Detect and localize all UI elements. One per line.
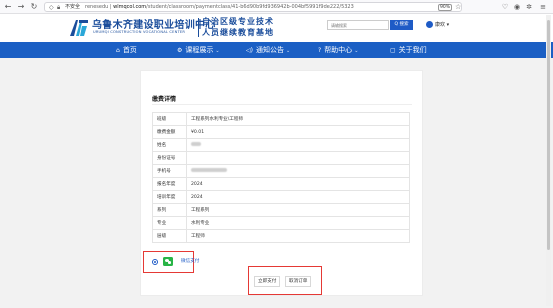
row-value: 2024 xyxy=(186,177,410,191)
help-icon: ? xyxy=(318,47,322,54)
star-icon[interactable]: ☆ xyxy=(455,3,461,12)
table-row: 报名年度 2024 xyxy=(152,177,410,191)
chevron-down-icon: ⌄ xyxy=(285,48,291,54)
main-nav: ⌂ 首页 ⚙ 课程展示 ⌄ ◁) 通知公告 ⌄ ? 帮助中心 ⌄ ▢ 关于我们 xyxy=(0,42,553,58)
back-button[interactable]: ← xyxy=(3,2,13,12)
wechat-pay-icon[interactable] xyxy=(163,257,173,266)
row-key: 系列 xyxy=(152,203,187,217)
user-name: 康欢 ▾ xyxy=(435,22,450,28)
nav-item-label: 通知公告 xyxy=(255,46,284,54)
row-value-redacted xyxy=(186,164,410,178)
url-prefix: renesedu | xyxy=(85,4,114,10)
table-row: 身份证号 xyxy=(152,151,410,165)
search-button[interactable]: Q 搜索 xyxy=(390,20,413,30)
reload-button[interactable]: ↻ xyxy=(29,2,39,12)
cancel-order-button[interactable]: 取消订单 xyxy=(285,276,311,287)
row-key: 报名年度 xyxy=(152,177,187,191)
slogan-line-1: 自治区级专业技术 xyxy=(202,17,274,26)
redacted-text xyxy=(191,142,201,146)
zoom-level[interactable]: 90% xyxy=(438,4,452,11)
row-value: 工程系列水利专业\工程师 xyxy=(186,112,410,126)
nav-item-label: 帮助中心 xyxy=(324,46,353,54)
payment-detail-table: 班级 工程系列水利专业\工程师 缴费金额 ¥0.01 姓名 身份证号 手机号 报名年… xyxy=(152,112,410,243)
user-menu[interactable]: 康欢 ▾ xyxy=(426,21,449,28)
nav-item-label: 关于我们 xyxy=(398,46,427,54)
lock-icon[interactable]: 🔒︎ xyxy=(57,3,60,12)
square-icon: ▢ xyxy=(390,47,396,54)
url-host: wlmqcol.com xyxy=(113,4,147,10)
gear-icon: ⚙ xyxy=(177,47,183,54)
speaker-icon: ◁) xyxy=(246,47,253,54)
row-value: 2024 xyxy=(186,190,410,204)
row-value xyxy=(186,151,410,165)
scrollbar-thumb[interactable] xyxy=(547,20,550,250)
pocket-icon[interactable]: ♡ xyxy=(500,2,510,12)
account-icon[interactable]: ◉ xyxy=(512,2,522,12)
redacted-text xyxy=(191,168,227,172)
logo-icon[interactable] xyxy=(68,16,90,38)
row-key: 专业 xyxy=(152,216,187,230)
shield-icon[interactable]: ◇ xyxy=(49,3,54,12)
nav-item-notices[interactable]: ◁) 通知公告 ⌄ xyxy=(246,42,290,58)
table-row: 系列 工程系列 xyxy=(152,203,410,217)
table-row: 班级 工程系列水利专业\工程师 xyxy=(152,112,410,126)
site-name-english: URUMQI CONSTRUCTION VOCATIONAL CENTER xyxy=(93,30,186,34)
table-row: 姓名 xyxy=(152,138,410,152)
nav-item-courses[interactable]: ⚙ 课程展示 ⌄ xyxy=(177,42,220,58)
row-key: 姓名 xyxy=(152,138,187,152)
logo-divider xyxy=(198,18,199,37)
url-path: /student/classroom/paymentclass/41-b6d90… xyxy=(146,4,354,10)
payment-method-radio[interactable] xyxy=(152,259,158,265)
nav-item-about[interactable]: ▢ 关于我们 xyxy=(390,42,427,58)
payment-amount: ¥0.01 xyxy=(186,125,410,139)
table-row: 层级 工程师 xyxy=(152,229,410,243)
table-row: 培训年度 2024 xyxy=(152,190,410,204)
divider xyxy=(152,104,412,105)
row-value-redacted xyxy=(186,138,410,152)
row-key: 层级 xyxy=(152,229,187,243)
row-key: 身份证号 xyxy=(152,151,187,165)
chevron-down-icon: ⌄ xyxy=(354,48,359,54)
row-value: 工程师 xyxy=(186,229,410,243)
extensions-icon[interactable]: ✲ xyxy=(524,2,534,12)
forward-button[interactable]: → xyxy=(16,2,26,12)
row-key: 班级 xyxy=(152,112,187,126)
payment-method-label[interactable]: 微信支付 xyxy=(181,258,199,265)
row-key: 培训年度 xyxy=(152,190,187,204)
page-title: 缴费详情 xyxy=(152,96,177,103)
table-row: 专业 水利专业 xyxy=(152,216,410,230)
search-input[interactable] xyxy=(327,20,389,30)
browser-toolbar: ← → ↻ ◇ 🔒︎ 不安全 renesedu | wlmqcol.com/st… xyxy=(0,0,553,14)
security-label[interactable]: 不安全 xyxy=(65,3,80,12)
table-row: 手机号 xyxy=(152,164,410,178)
address-bar[interactable]: ◇ 🔒︎ 不安全 renesedu | wlmqcol.com/student/… xyxy=(44,2,462,12)
site-header: 乌鲁木齐建设职业培训中心 URUMQI CONSTRUCTION VOCATIO… xyxy=(0,14,553,42)
slogan-line-2: 人员继续教育基地 xyxy=(202,28,274,37)
nav-item-help[interactable]: ? 帮助中心 ⌄ xyxy=(318,42,358,58)
nav-item-label: 首页 xyxy=(122,46,137,54)
menu-icon[interactable]: ≡ xyxy=(538,2,548,12)
nav-item-label: 课程展示 xyxy=(185,46,214,54)
nav-item-home[interactable]: ⌂ 首页 xyxy=(116,42,137,58)
row-value: 水利专业 xyxy=(186,216,410,230)
row-key: 缴费金额 xyxy=(152,125,187,139)
row-value: 工程系列 xyxy=(186,203,410,217)
pay-now-button[interactable]: 立即支付 xyxy=(254,276,280,287)
avatar xyxy=(426,21,433,28)
table-row: 缴费金额 ¥0.01 xyxy=(152,125,410,139)
home-icon: ⌂ xyxy=(116,47,120,54)
chevron-down-icon: ⌄ xyxy=(215,48,220,54)
row-key: 手机号 xyxy=(152,164,187,178)
url-text[interactable]: renesedu | wlmqcol.com/student/classroom… xyxy=(85,3,430,12)
